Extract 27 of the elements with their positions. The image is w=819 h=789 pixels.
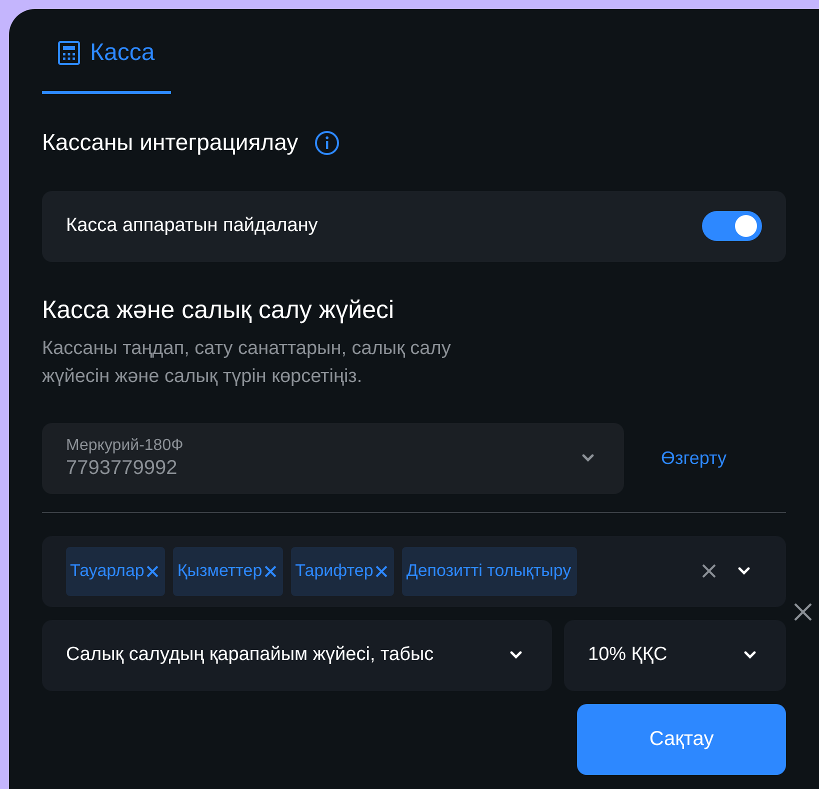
chevron-down-icon [738, 567, 750, 576]
chevron-down-icon [510, 651, 522, 660]
remove-icon[interactable] [264, 564, 278, 578]
section-description: Кассаны таңдап, сату санаттарын, салық салу жүйесін және салық түрін көрсетіңіз. [42, 336, 452, 389]
toggle-switch[interactable] [702, 211, 762, 242]
close-icon[interactable] [793, 602, 813, 622]
change-link[interactable]: Өзгерту [661, 444, 726, 472]
category-tag: Депозитті толықтыру [402, 546, 578, 596]
section-title: Касса және салық салу жүйесі [42, 294, 396, 325]
chevron-down-icon [582, 454, 594, 462]
section-title: Кассаны интеграциялау [42, 129, 298, 157]
category-tag: Қызметтер [173, 546, 284, 596]
category-tag: Тарифтер [291, 546, 394, 596]
setting-label: Касса аппаратын пайдалану [66, 214, 318, 238]
info-icon[interactable] [314, 130, 340, 156]
clear-icon[interactable] [702, 564, 716, 578]
remove-icon[interactable] [146, 564, 160, 578]
chevron-down-icon [744, 651, 756, 660]
category-select[interactable]: Тауарлар Қызметтер Тарифтер Депозитті толықтыру [42, 536, 786, 607]
vat-select[interactable]: 10% ҚҚС [564, 620, 786, 691]
calculator-icon [58, 41, 80, 65]
category-tag: Тауарлар [66, 546, 166, 596]
remove-icon[interactable] [375, 564, 388, 578]
save-button[interactable]: Сақтау [577, 704, 786, 775]
tab[interactable]: Касса [42, 9, 171, 94]
cash-register-select[interactable]: Меркурий-180Ф 7793779992 [42, 422, 624, 494]
tax-system-select[interactable]: Салық салудың қарапайым жүйесі, табыс [42, 620, 552, 691]
